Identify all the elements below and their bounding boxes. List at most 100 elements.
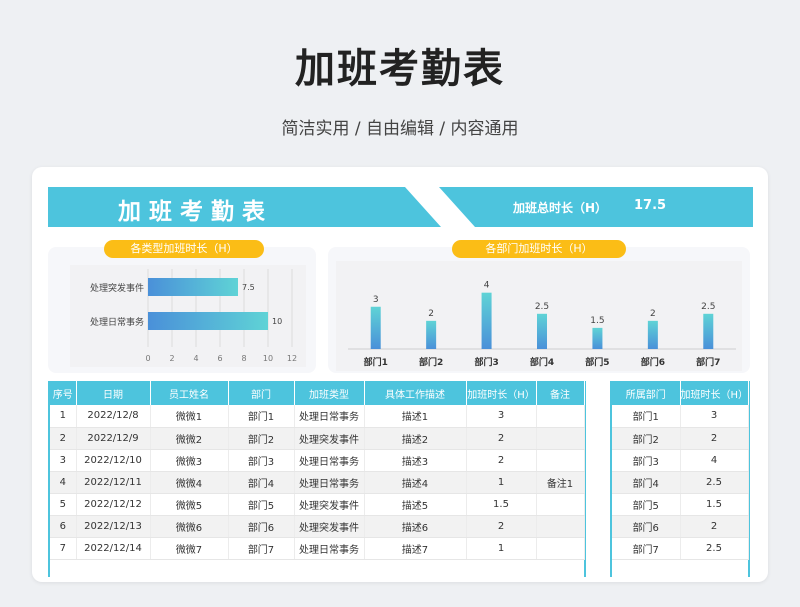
bar[interactable] xyxy=(647,320,658,349)
table-cell[interactable]: 部门5 xyxy=(612,493,681,516)
bar[interactable] xyxy=(148,278,238,296)
table-cell[interactable]: 描述2 xyxy=(364,427,467,450)
column-header[interactable]: 加班时长（H） xyxy=(680,381,749,405)
column-header[interactable]: 日期 xyxy=(76,381,151,405)
column-header[interactable]: 部门 xyxy=(228,381,295,405)
table-cell[interactable]: 描述7 xyxy=(364,537,467,560)
table-cell[interactable]: 3 xyxy=(466,405,537,428)
x-tick-label: 0 xyxy=(145,354,150,363)
table-cell[interactable] xyxy=(536,405,585,428)
column-header[interactable]: 具体工作描述 xyxy=(364,381,467,405)
bar[interactable] xyxy=(148,312,268,330)
table-cell[interactable]: 微微3 xyxy=(150,449,229,472)
table-cell[interactable]: 2 xyxy=(50,427,77,450)
table-cell[interactable]: 处理日常事务 xyxy=(294,471,365,494)
table-cell[interactable]: 处理日常事务 xyxy=(294,449,365,472)
table-cell[interactable] xyxy=(536,493,585,516)
table-cell[interactable]: 部门3 xyxy=(228,449,295,472)
table-cell[interactable]: 微微7 xyxy=(150,537,229,560)
bar[interactable] xyxy=(481,292,492,349)
table-cell[interactable]: 2 xyxy=(466,449,537,472)
table-row: 5 2022/12/12 微微5 部门5 处理突发事件 描述5 1.5 xyxy=(50,493,585,516)
table-cell[interactable]: 4 xyxy=(50,471,77,494)
table-cell[interactable]: 部门2 xyxy=(612,427,681,450)
table-cell[interactable]: 微微2 xyxy=(150,427,229,450)
dept-chart-area[interactable]: 3 部门1 2 部门2 4 部门3 2.5 部门4 1.5 部门5 2 部门6 2.5 部门7 xyxy=(336,261,742,371)
table-cell[interactable]: 3 xyxy=(680,405,749,428)
table-cell[interactable]: 6 xyxy=(50,515,77,538)
table-row: 部门6 2 xyxy=(612,515,749,538)
table-cell[interactable]: 2022/12/10 xyxy=(76,449,151,472)
table-cell[interactable]: 4 xyxy=(680,449,749,472)
page-subtitle: 简洁实用 / 自由编辑 / 内容通用 xyxy=(281,119,519,139)
type-chart-area[interactable]: 0 2 4 6 8 10 12 处理突发事件 7.5 处理日常事务 10 xyxy=(70,265,306,367)
category-label: 处理日常事务 xyxy=(90,316,144,328)
table-cell[interactable]: 部门4 xyxy=(228,471,295,494)
bar[interactable] xyxy=(703,313,714,349)
table-cell[interactable]: 描述4 xyxy=(364,471,467,494)
table-cell[interactable]: 2 xyxy=(680,427,749,450)
table-cell[interactable]: 2.5 xyxy=(680,471,749,494)
table-cell[interactable]: 部门3 xyxy=(612,449,681,472)
table-cell[interactable]: 描述5 xyxy=(364,493,467,516)
bar[interactable] xyxy=(370,306,381,349)
table-cell[interactable]: 描述3 xyxy=(364,449,467,472)
column-header[interactable]: 序号 xyxy=(50,381,77,405)
table-cell[interactable]: 2022/12/9 xyxy=(76,427,151,450)
table-cell[interactable]: 5 xyxy=(50,493,77,516)
table-cell[interactable]: 2.5 xyxy=(680,537,749,560)
bar[interactable] xyxy=(426,320,437,349)
table-cell[interactable]: 备注1 xyxy=(536,471,585,494)
data-label: 2 xyxy=(650,309,656,319)
table-cell[interactable]: 1 xyxy=(466,537,537,560)
table-cell[interactable]: 部门7 xyxy=(612,537,681,560)
column-header[interactable]: 备注 xyxy=(536,381,585,405)
table-cell[interactable]: 微微6 xyxy=(150,515,229,538)
bar[interactable] xyxy=(592,327,603,349)
table-cell[interactable] xyxy=(536,427,585,450)
column-header[interactable]: 加班时长（H） xyxy=(466,381,537,405)
column-header[interactable]: 员工姓名 xyxy=(150,381,229,405)
table-cell[interactable]: 2022/12/14 xyxy=(76,537,151,560)
table-cell[interactable]: 微微4 xyxy=(150,471,229,494)
table-cell[interactable]: 部门5 xyxy=(228,493,295,516)
column-header[interactable]: 所属部门 xyxy=(612,381,681,405)
overtime-table-frame: 序号 日期 员工姓名 部门 加班类型 具体工作描述 加班时长（H） 备注 1 2022/12/8… xyxy=(48,381,586,577)
table-cell[interactable]: 1 xyxy=(50,405,77,428)
table-cell[interactable]: 处理突发事件 xyxy=(294,427,365,450)
table-cell[interactable]: 3 xyxy=(50,449,77,472)
table-cell[interactable]: 2 xyxy=(466,515,537,538)
table-cell[interactable]: 处理突发事件 xyxy=(294,515,365,538)
table-cell[interactable]: 1 xyxy=(466,471,537,494)
data-label: 1.5 xyxy=(590,316,604,326)
table-cell[interactable]: 2022/12/12 xyxy=(76,493,151,516)
table-cell[interactable]: 微微1 xyxy=(150,405,229,428)
table-cell[interactable]: 部门7 xyxy=(228,537,295,560)
column-header[interactable]: 加班类型 xyxy=(294,381,365,405)
table-cell[interactable] xyxy=(536,537,585,560)
bar[interactable] xyxy=(537,313,547,349)
table-cell[interactable]: 处理突发事件 xyxy=(294,493,365,516)
table-cell[interactable]: 描述6 xyxy=(364,515,467,538)
table-cell[interactable]: 2022/12/11 xyxy=(76,471,151,494)
table-cell[interactable]: 2022/12/13 xyxy=(76,515,151,538)
table-cell[interactable]: 处理日常事务 xyxy=(294,405,365,428)
table-cell[interactable]: 部门4 xyxy=(612,471,681,494)
table-cell[interactable]: 部门1 xyxy=(612,405,681,428)
table-cell[interactable]: 部门1 xyxy=(228,405,295,428)
table-cell[interactable]: 1.5 xyxy=(680,493,749,516)
table-cell[interactable]: 2 xyxy=(680,515,749,538)
table-cell[interactable]: 描述1 xyxy=(364,405,467,428)
table-cell[interactable]: 处理日常事务 xyxy=(294,537,365,560)
table-cell[interactable]: 部门6 xyxy=(228,515,295,538)
table-cell[interactable] xyxy=(536,449,585,472)
table-cell[interactable]: 1.5 xyxy=(466,493,537,516)
category-label: 部门7 xyxy=(696,356,720,368)
table-cell[interactable]: 2 xyxy=(466,427,537,450)
table-cell[interactable]: 部门6 xyxy=(612,515,681,538)
table-cell[interactable]: 微微5 xyxy=(150,493,229,516)
table-cell[interactable]: 部门2 xyxy=(228,427,295,450)
table-cell[interactable] xyxy=(536,515,585,538)
table-cell[interactable]: 2022/12/8 xyxy=(76,405,151,428)
table-cell[interactable]: 7 xyxy=(50,537,77,560)
